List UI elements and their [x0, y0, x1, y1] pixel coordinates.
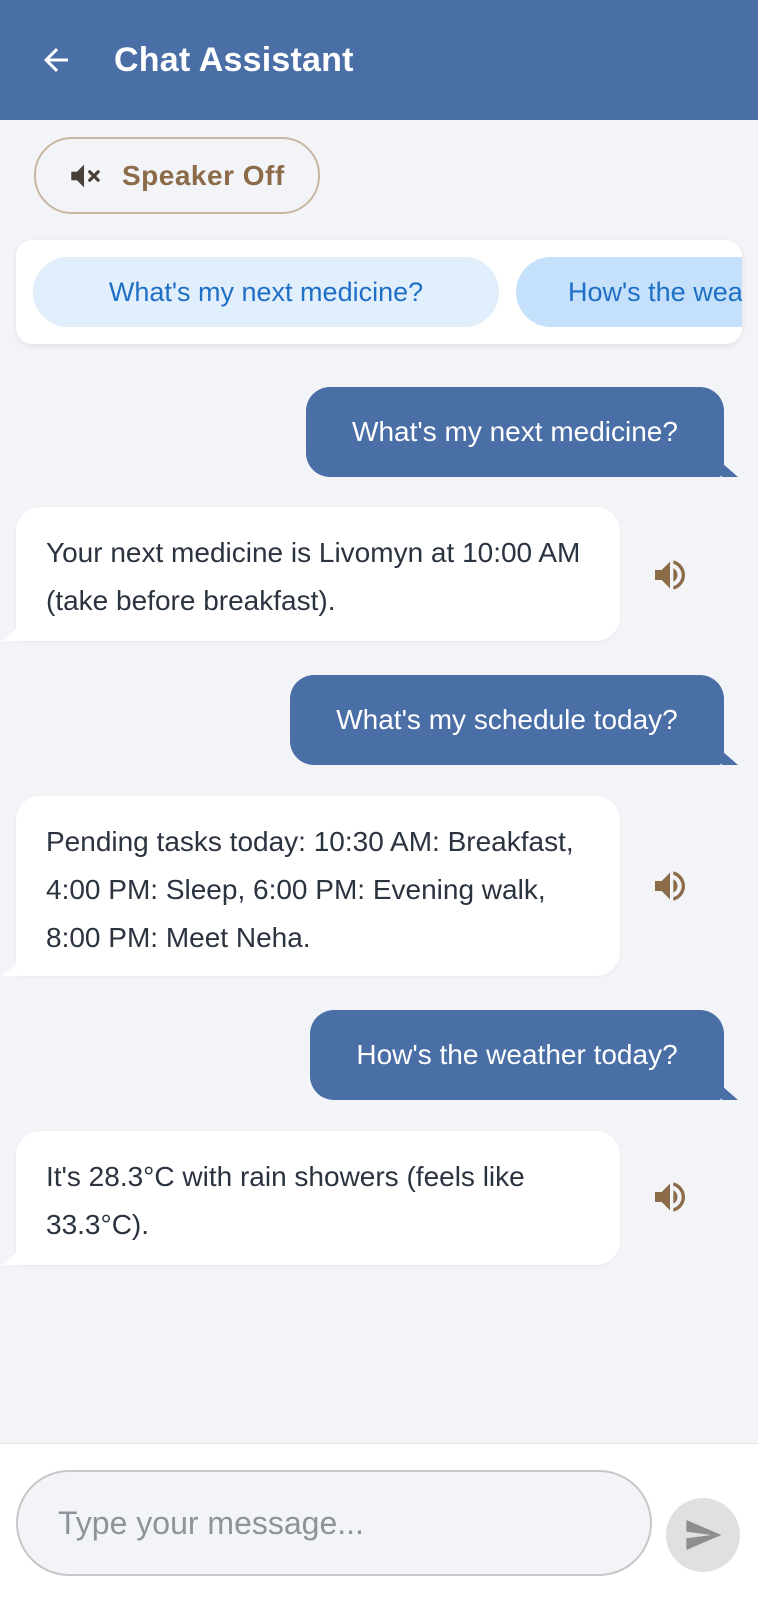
volume-icon[interactable] — [648, 1175, 692, 1219]
speaker-off-icon — [66, 158, 102, 194]
app-bar: Chat Assistant — [0, 0, 758, 120]
message-composer — [0, 1443, 758, 1600]
message-input[interactable] — [16, 1470, 652, 1576]
volume-icon[interactable] — [648, 553, 692, 597]
page-title: Chat Assistant — [114, 40, 354, 79]
user-message: What's my schedule today? — [290, 675, 738, 765]
back-button[interactable] — [32, 36, 80, 84]
suggestion-chip-next-medicine[interactable]: What's my next medicine? — [33, 257, 499, 327]
assistant-message: It's 28.3°C with rain showers (feels lik… — [2, 1131, 620, 1265]
speaker-toggle-label: Speaker Off — [122, 159, 285, 191]
assistant-message: Pending tasks today: 10:30 AM: Breakfast… — [2, 796, 620, 976]
send-button[interactable] — [666, 1498, 740, 1572]
suggestion-chip-weather[interactable]: How's the wea — [516, 257, 742, 327]
send-icon — [686, 1520, 722, 1550]
user-message: How's the weather today? — [310, 1010, 738, 1100]
assistant-message: Your next medicine is Livomyn at 10:00 A… — [2, 507, 620, 641]
arrow-left-icon — [44, 48, 68, 72]
user-message: What's my next medicine? — [306, 387, 738, 477]
volume-icon[interactable] — [648, 864, 692, 908]
speaker-toggle-button[interactable]: Speaker Off — [34, 137, 320, 214]
suggestion-chips: What's my next medicine? How's the wea — [16, 240, 742, 344]
